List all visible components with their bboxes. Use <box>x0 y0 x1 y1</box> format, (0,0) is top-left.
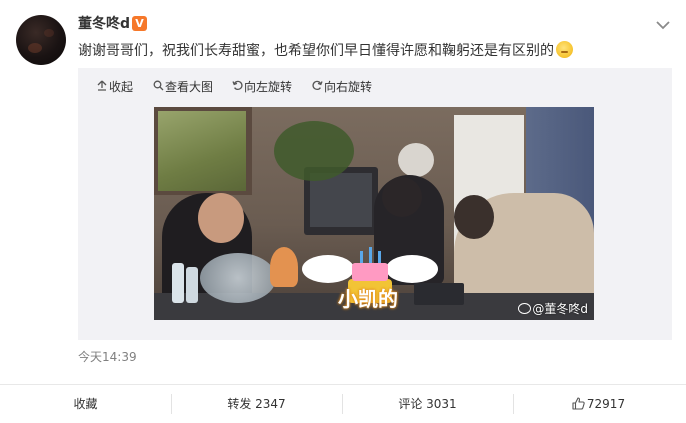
rotate-left-icon <box>231 80 243 96</box>
collapse-label: 收起 <box>109 80 134 94</box>
weibo-post: 董冬咚d V 谢谢哥哥们，祝我们长寿甜蜜，也希望你们早日懂得许愿和鞠躬还是有区别… <box>0 0 686 423</box>
comment-label: 评论 3031 <box>398 397 457 411</box>
rotate-right-button[interactable]: 向右旋转 <box>311 79 372 96</box>
favorite-button[interactable]: 收藏 <box>0 385 171 423</box>
username[interactable]: 董冬咚d <box>78 14 130 34</box>
like-button[interactable]: 72917 <box>513 385 684 423</box>
smiling-face-emoji-icon <box>556 41 573 58</box>
sticker-text: 小凯的 <box>338 287 398 311</box>
magnifier-icon <box>152 80 164 96</box>
chevron-down-icon[interactable] <box>654 18 672 32</box>
media-toolbar: 收起 查看大图 向左旋转 向右旋转 <box>78 68 672 106</box>
like-count: 72917 <box>586 397 626 411</box>
repost-label: 转发 2347 <box>227 397 286 411</box>
thumbs-up-icon <box>572 397 585 410</box>
collapse-arrow-icon <box>96 80 108 96</box>
watermark-text: @董冬咚d <box>532 302 588 316</box>
view-large-label: 查看大图 <box>165 80 214 94</box>
comment-button[interactable]: 评论 3031 <box>342 385 513 423</box>
collapse-button[interactable]: 收起 <box>96 79 133 96</box>
weibo-logo-icon <box>518 303 532 314</box>
rotate-left-button[interactable]: 向左旋转 <box>231 79 292 96</box>
photo-watermark: @董冬咚d <box>518 300 588 317</box>
repost-button[interactable]: 转发 2347 <box>171 385 342 423</box>
rotate-left-label: 向左旋转 <box>244 80 293 94</box>
post-text: 谢谢哥哥们，祝我们长寿甜蜜，也希望你们早日懂得许愿和鞠躬还是有区别的 <box>78 41 573 61</box>
view-large-button[interactable]: 查看大图 <box>152 79 213 96</box>
favorite-label: 收藏 <box>73 397 98 411</box>
post-photo[interactable]: 小凯的 @董冬咚d <box>154 107 594 320</box>
rotate-right-icon <box>311 80 323 96</box>
verified-badge-icon: V <box>132 16 147 31</box>
media-panel: 收起 查看大图 向左旋转 向右旋转 小凯的 @董冬咚d <box>78 68 672 340</box>
post-text-body: 谢谢哥哥们，祝我们长寿甜蜜，也希望你们早日懂得许愿和鞠躬还是有区别的 <box>78 43 554 59</box>
action-bar: 收藏 转发 2347 评论 3031 72917 <box>0 385 686 423</box>
post-timestamp[interactable]: 今天14:39 <box>78 349 137 365</box>
avatar[interactable] <box>16 15 66 65</box>
rotate-right-label: 向右旋转 <box>324 80 373 94</box>
